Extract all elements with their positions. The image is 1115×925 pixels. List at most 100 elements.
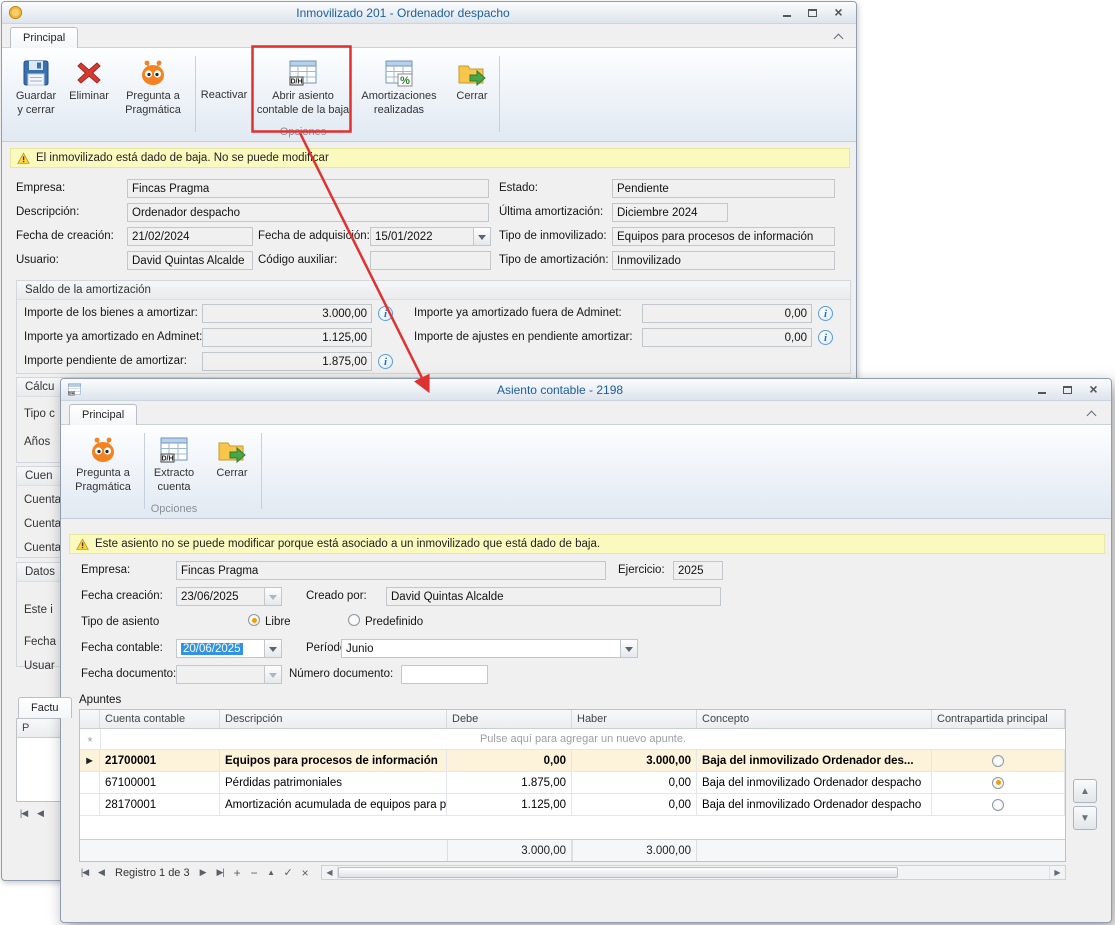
column-header[interactable]: Debe [447, 710, 572, 728]
edit-record-button[interactable] [264, 865, 279, 880]
dropdown-arrow-icon[interactable] [620, 640, 637, 657]
amortizaciones-realizadas-button[interactable]: % Amortizaciones realizadas [354, 53, 444, 135]
eliminar-button[interactable]: Eliminar [64, 53, 114, 135]
titlebar[interactable]: Inmovilizado 201 - Ordenador despacho [2, 2, 856, 24]
tipo-amortizacion-field[interactable]: Inmovilizado [612, 251, 835, 270]
info-icon[interactable] [818, 306, 833, 321]
last-record-button[interactable] [213, 865, 228, 880]
ajustes-pendiente-field[interactable]: 0,00 [642, 328, 812, 347]
periodo-value: Junio [346, 643, 374, 655]
ejercicio-field[interactable]: 2025 [673, 561, 723, 580]
creado-por-field[interactable]: David Quintas Alcalde [386, 587, 721, 606]
clipped-label: Cuenta [24, 494, 61, 506]
tab-principal[interactable]: Principal [10, 27, 78, 48]
dropdown-arrow-icon[interactable] [264, 640, 281, 657]
titlebar[interactable]: D/H Asiento contable - 2198 [61, 379, 1111, 401]
contrapartida-radio[interactable] [992, 755, 1004, 767]
extracto-cuenta-button[interactable]: D/H Extracto cuenta [147, 430, 201, 512]
delete-icon [73, 57, 105, 89]
clipped-label: Cuenta [24, 518, 61, 530]
maximize-button[interactable] [1056, 382, 1079, 397]
contrapartida-radio[interactable] [992, 799, 1004, 811]
collapse-ribbon-button[interactable] [1083, 407, 1099, 421]
cerrar-button[interactable]: Cerrar [207, 430, 257, 512]
total-haber: 3.000,00 [572, 840, 697, 861]
cancel-edit-button[interactable] [298, 865, 313, 880]
info-icon[interactable] [378, 354, 393, 369]
scroll-left-icon[interactable] [322, 866, 338, 879]
new-row-icon [80, 729, 101, 749]
dropdown-arrow-icon[interactable] [473, 228, 490, 245]
estado-field[interactable]: Pendiente [612, 179, 835, 198]
column-header[interactable]: Contrapartida principal [932, 710, 1065, 728]
close-button[interactable] [1082, 382, 1105, 397]
column-header[interactable]: Descripción [220, 710, 447, 728]
periodo-combo[interactable]: Junio [341, 639, 638, 658]
exit-folder-icon [456, 57, 488, 89]
table-row[interactable]: 21700001 Equipos para procesos de inform… [80, 750, 1065, 772]
info-icon[interactable] [378, 306, 393, 321]
cell-descripcion: Amortización acumulada de equipos para p… [220, 794, 447, 815]
reactivar-button[interactable]: Reactivar [198, 53, 250, 135]
next-record-button[interactable] [196, 865, 211, 880]
table-row[interactable]: 67100001 Pérdidas patrimoniales 1.875,00… [80, 772, 1065, 794]
ultima-amortizacion-field[interactable]: Diciembre 2024 [612, 203, 728, 222]
apuntes-grid: Cuenta contable Descripción Debe Haber C… [79, 709, 1066, 862]
dropdown-arrow-icon[interactable] [264, 588, 281, 605]
dropdown-arrow-icon[interactable] [264, 666, 281, 683]
usuario-field[interactable]: David Quintas Alcalde [127, 251, 253, 270]
collapse-ribbon-button[interactable] [830, 30, 846, 44]
column-header[interactable]: Concepto [697, 710, 932, 728]
new-row[interactable]: Pulse aquí para agregar un nuevo apunte. [80, 729, 1065, 750]
ribbon-separator [195, 56, 196, 132]
move-row-up-button[interactable] [1073, 779, 1097, 803]
fecha-creacion-field[interactable]: 21/02/2024 [127, 227, 253, 246]
fecha-creacion-combo[interactable]: 23/06/2025 [176, 587, 282, 606]
guardar-y-cerrar-button[interactable]: Guardar y cerrar [8, 53, 64, 135]
amortizado-adminet-field[interactable]: 1.125,00 [202, 328, 372, 347]
abrir-asiento-contable-button[interactable]: D/H Abrir asiento contable de la baja [256, 53, 350, 135]
pregunta-pragmatica-button[interactable]: Pregunta a Pragmática [114, 53, 192, 135]
radio-predefinido-label[interactable]: Predefinido [365, 616, 423, 628]
radio-libre[interactable] [248, 614, 260, 626]
table-row[interactable]: 28170001 Amortización acumulada de equip… [80, 794, 1065, 816]
cerrar-button[interactable]: Cerrar [448, 53, 496, 135]
amortizado-fuera-field[interactable]: 0,00 [642, 304, 812, 323]
fecha-adquisicion-combo[interactable]: 15/01/2022 [370, 227, 491, 246]
numero-documento-field[interactable] [401, 665, 488, 684]
post-edit-button[interactable] [281, 865, 296, 880]
pregunta-pragmatica-button[interactable]: Pregunta a Pragmática [65, 430, 141, 512]
column-header[interactable]: Haber [572, 710, 697, 728]
delete-record-button[interactable] [247, 865, 262, 880]
contrapartida-radio[interactable] [992, 777, 1004, 789]
tipo-amortizacion-value: Inmovilizado [617, 255, 681, 267]
column-header[interactable]: Cuenta contable [100, 710, 220, 728]
minimize-button[interactable] [775, 5, 798, 20]
minimize-button[interactable] [1030, 382, 1053, 397]
fecha-creacion-label: Fecha creación: [81, 590, 163, 602]
saldo-label: Importe de los bienes a amortizar: [24, 307, 198, 319]
radio-libre-label[interactable]: Libre [265, 616, 291, 628]
move-row-down-button[interactable] [1073, 806, 1097, 830]
empresa-field[interactable]: Fincas Pragma [127, 179, 489, 198]
scroll-right-icon[interactable] [1049, 866, 1065, 879]
pendiente-amortizar-field[interactable]: 1.875,00 [202, 352, 372, 371]
empresa-field[interactable]: Fincas Pragma [176, 561, 606, 580]
tab-principal[interactable]: Principal [69, 404, 137, 425]
horizontal-scrollbar[interactable] [321, 865, 1066, 880]
maximize-button[interactable] [801, 5, 824, 20]
fecha-contable-combo[interactable]: 20/06/2025 [176, 639, 282, 658]
scrollbar-thumb[interactable] [338, 867, 898, 878]
percent-table-icon: % [383, 57, 415, 89]
prev-record-button[interactable] [94, 865, 109, 880]
fecha-documento-combo[interactable] [176, 665, 282, 684]
info-icon[interactable] [818, 330, 833, 345]
first-record-button[interactable] [77, 865, 92, 880]
importe-bienes-field[interactable]: 3.000,00 [202, 304, 372, 323]
append-record-button[interactable] [230, 865, 245, 880]
close-button[interactable] [827, 5, 850, 20]
codigo-auxiliar-field[interactable] [370, 251, 491, 270]
tipo-inmovilizado-field[interactable]: Equipos para procesos de información [612, 227, 835, 246]
radio-predefinido[interactable] [348, 614, 360, 626]
descripcion-field[interactable]: Ordenador despacho [127, 203, 489, 222]
